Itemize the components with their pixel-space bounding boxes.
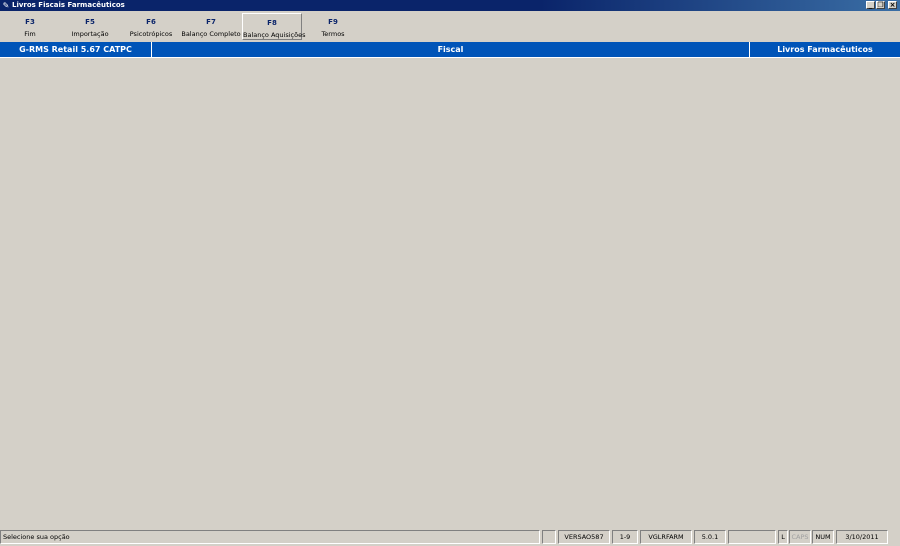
module-name: Fiscal bbox=[151, 42, 749, 57]
button-label: Importação bbox=[71, 30, 109, 38]
f5-importacao-button[interactable]: F5 Importação bbox=[60, 13, 120, 40]
f7-balanco-completo-button[interactable]: F7 Balanço Completo bbox=[181, 13, 241, 40]
close-icon: × bbox=[889, 1, 896, 9]
f8-balanco-aquisicoes-button[interactable]: F8 Balanço Aquisições bbox=[242, 13, 306, 40]
status-panel-program: VGLRFARM bbox=[640, 530, 692, 544]
status-date: 3/10/2011 bbox=[836, 530, 888, 544]
main-content-area bbox=[0, 58, 900, 528]
f9-termos-button[interactable]: F9 Termos bbox=[303, 13, 363, 40]
status-bar: Selecione sua opção VERSAO587 1-9 VGLRFA… bbox=[0, 529, 900, 545]
button-label: Fim bbox=[24, 30, 36, 38]
status-panel-release: 5.0.1 bbox=[694, 530, 726, 544]
f3-fim-button[interactable]: F3 Fim bbox=[0, 13, 60, 40]
function-key-label: F9 bbox=[328, 18, 338, 26]
screen-name: Livros Farmacêuticos bbox=[749, 42, 900, 57]
window-title: Livros Fiscais Farmacêuticos bbox=[12, 1, 125, 9]
restore-icon: ❐ bbox=[877, 1, 884, 9]
status-panel-range: 1-9 bbox=[612, 530, 638, 544]
product-name: G-RMS Retail 5.67 CATPC bbox=[19, 45, 132, 54]
button-label: Balanço Aquisições bbox=[243, 31, 306, 39]
status-panel-empty bbox=[728, 530, 776, 544]
close-button[interactable]: × bbox=[888, 1, 897, 9]
button-label: Balanço Completo bbox=[181, 30, 241, 38]
minimize-button[interactable]: _ bbox=[866, 1, 875, 9]
status-panel-blank bbox=[542, 530, 556, 544]
restore-button[interactable]: ❐ bbox=[876, 1, 885, 9]
function-key-label: F5 bbox=[85, 18, 95, 26]
button-label: Psicotrópicos bbox=[129, 30, 173, 38]
pen-icon: ✎ bbox=[2, 1, 10, 10]
function-key-label: F6 bbox=[146, 18, 156, 26]
title-bar[interactable]: ✎ Livros Fiscais Farmacêuticos _ ❐ × bbox=[0, 0, 900, 11]
function-key-label: F7 bbox=[206, 18, 216, 26]
caps-lock-indicator: CAPS bbox=[789, 530, 811, 544]
function-key-label: F8 bbox=[267, 19, 277, 27]
header-bar: G-RMS Retail 5.67 CATPC Fiscal Livros Fa… bbox=[0, 42, 900, 58]
button-label: Termos bbox=[321, 30, 345, 38]
status-panel-version: VERSAO587 bbox=[558, 530, 610, 544]
f6-psicotropicos-button[interactable]: F6 Psicotrópicos bbox=[121, 13, 181, 40]
num-lock-indicator: NUM bbox=[812, 530, 834, 544]
minimize-icon: _ bbox=[868, 1, 873, 9]
status-message: Selecione sua opção bbox=[0, 530, 540, 544]
function-key-toolbar: F3 Fim F5 Importação F6 Psicotrópicos F7… bbox=[0, 12, 900, 41]
status-panel-l: L bbox=[778, 530, 788, 544]
function-key-label: F3 bbox=[25, 18, 35, 26]
